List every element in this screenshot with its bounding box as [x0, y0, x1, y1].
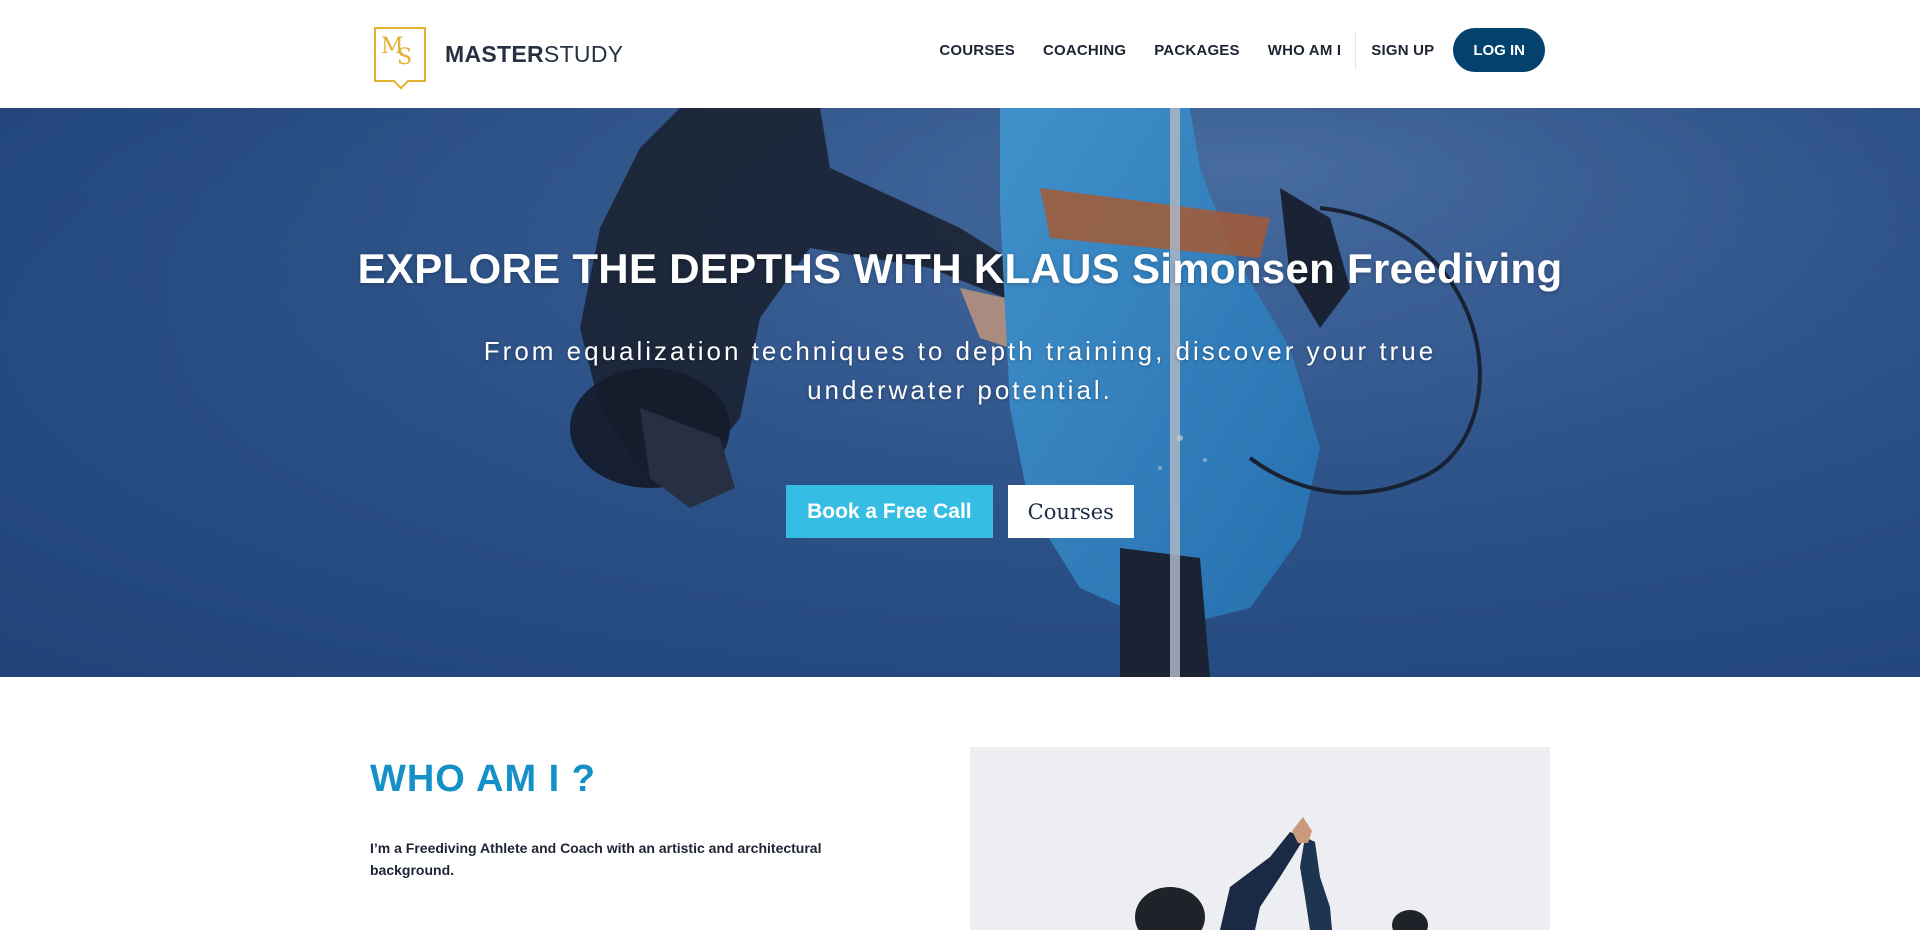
hero-subtitle: From equalization techniques to depth tr…: [483, 336, 1437, 405]
logo-mark-s: S: [397, 45, 413, 70]
logo-mark-icon: M S: [374, 27, 426, 82]
about-title: WHO AM I ?: [370, 758, 596, 800]
site-header: M S MASTERSTUDY COURSES COACHING PACKAGE…: [0, 0, 1920, 108]
nav-sign-up[interactable]: SIGN UP: [1371, 42, 1434, 59]
hero-section: EXPLORE THE DEPTHS WITH KLAUS Simonsen F…: [0, 108, 1920, 677]
logo-brand-bold: MASTER: [445, 41, 544, 67]
login-button[interactable]: LOG IN: [1453, 28, 1545, 72]
main-nav: COURSES COACHING PACKAGES WHO AM I SIGN …: [911, 28, 1545, 72]
nav-courses[interactable]: COURSES: [939, 42, 1015, 59]
hero-title: EXPLORE THE DEPTHS WITH KLAUS Simonsen F…: [357, 245, 1563, 292]
nav-who-am-i[interactable]: WHO AM I: [1268, 42, 1342, 59]
hero-cta-group: Book a Free Call Courses: [0, 485, 1920, 538]
nav-coaching[interactable]: COACHING: [1043, 42, 1126, 59]
nav-packages[interactable]: PACKAGES: [1154, 42, 1240, 59]
about-text: I’m a Freediving Athlete and Coach with …: [370, 840, 822, 878]
courses-button[interactable]: Courses: [1007, 485, 1134, 538]
logo-brand-light: STUDY: [543, 41, 624, 67]
book-free-call-button[interactable]: Book a Free Call: [786, 485, 993, 538]
logo-wordmark: MASTERSTUDY: [445, 41, 623, 68]
nav-divider: [1355, 31, 1357, 69]
site-logo[interactable]: M S MASTERSTUDY: [374, 27, 623, 82]
about-photo-art: [970, 747, 1550, 930]
about-photo: [970, 747, 1550, 930]
